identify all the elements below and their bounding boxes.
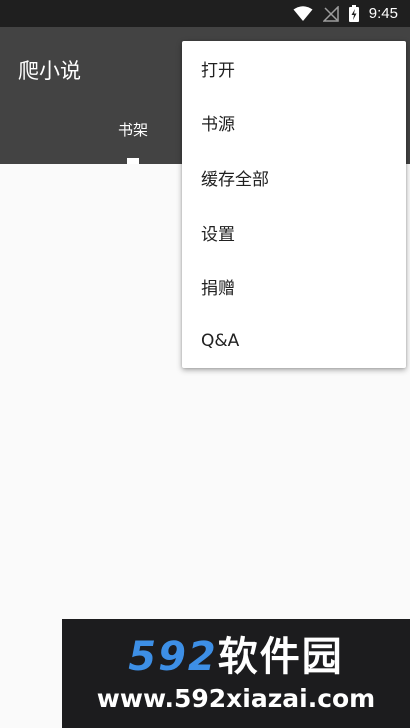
watermark-brand-text: 软件园 [217,633,344,680]
menu-item-donate[interactable]: 捐赠 [182,259,406,314]
tab-bookshelf[interactable]: 书架 [96,119,170,140]
signal-off-icon [322,5,339,22]
battery-charging-icon [348,5,359,22]
overflow-menu: 打开 书源 缓存全部 设置 捐赠 Q&A [182,41,406,368]
wifi-icon [293,5,313,22]
watermark-logo: 592 软件园 www.592xiazai.com [62,619,410,728]
menu-item-settings[interactable]: 设置 [182,205,406,260]
menu-item-qa[interactable]: Q&A [182,314,406,369]
watermark-numbers: 592 [128,633,218,680]
menu-item-open[interactable]: 打开 [182,41,406,96]
watermark-url: www.592xiazai.com [96,683,376,713]
app-title: 爬小说 [18,59,81,83]
status-time: 9:45 [368,5,398,22]
menu-item-book-sources[interactable]: 书源 [182,96,406,151]
status-bar: 9:45 [0,0,410,27]
menu-item-cache-all[interactable]: 缓存全部 [182,150,406,205]
watermark-brand: 592 软件园 [128,633,344,681]
